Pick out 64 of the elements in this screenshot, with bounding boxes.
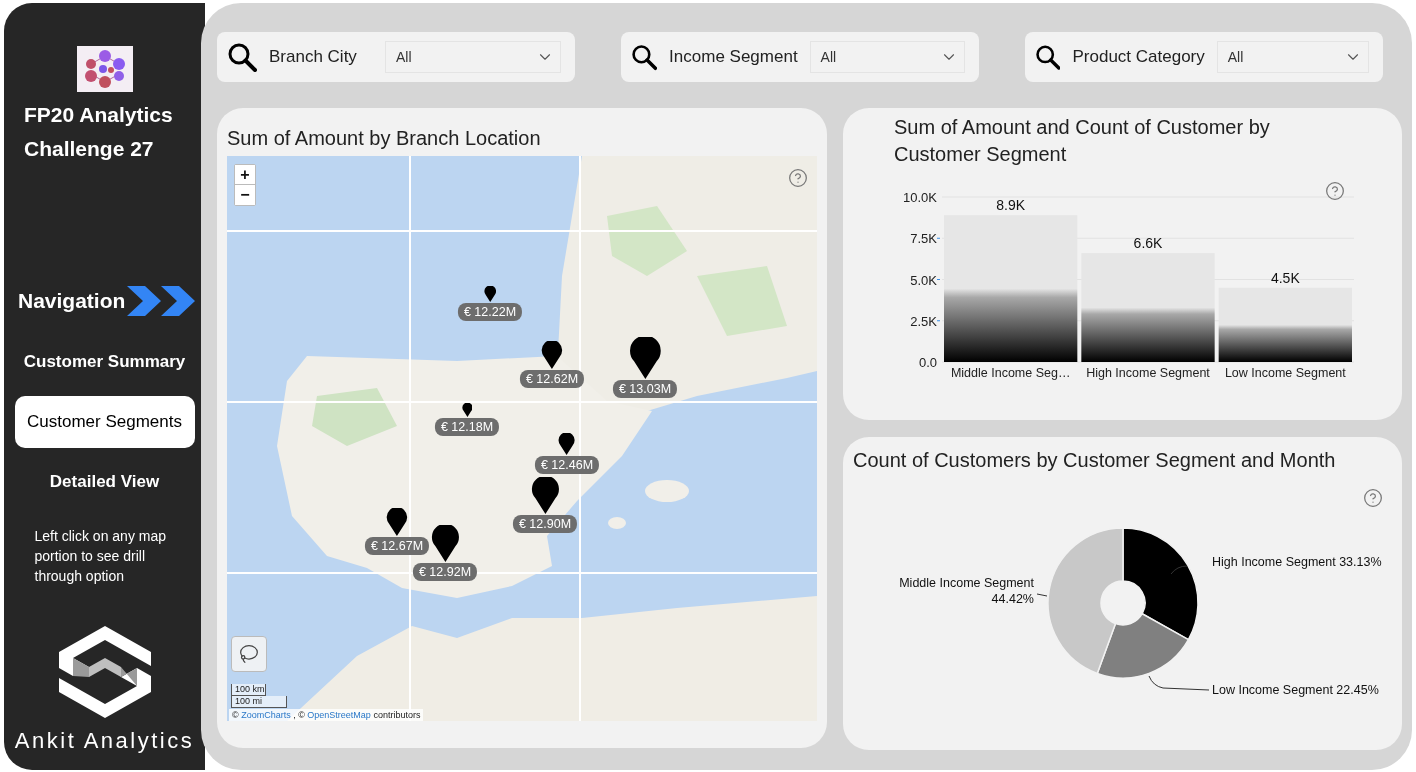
lasso-icon <box>239 644 259 664</box>
map-value-label: € 12.62M <box>519 370 585 388</box>
help-icon[interactable] <box>1325 181 1345 201</box>
search-icon <box>227 42 257 72</box>
x-axis-label: Middle Income Seg… <box>950 366 1071 380</box>
card-title: Sum of Amount by Branch Location <box>226 126 542 151</box>
card-title: Sum of Amount and Count of Customer by Customer Segment <box>893 115 1271 167</box>
bar-value-label: 6.6K <box>1133 235 1163 252</box>
map-value-label: € 12.67M <box>364 537 430 555</box>
filter-label: Product Category <box>1072 47 1205 67</box>
leader-line <box>1148 675 1210 691</box>
nav-item[interactable]: Detailed View <box>14 456 195 508</box>
map-pin-icon[interactable] <box>386 508 408 536</box>
brand-name: Ankit Analytics <box>14 728 195 754</box>
help-icon[interactable] <box>1363 488 1383 508</box>
map-pin-icon[interactable] <box>530 477 560 514</box>
map-value-label: € 12.46M <box>534 456 600 474</box>
bar-value-label: 8.9K <box>996 197 1026 214</box>
y-axis-label: 2.5K <box>910 313 937 329</box>
x-axis-label: Low Income Segment <box>1224 366 1346 380</box>
filter-dropdown[interactable]: All <box>385 41 561 73</box>
help-icon[interactable] <box>788 168 808 188</box>
lasso-button[interactable] <box>231 636 267 672</box>
x-axis-label: High Income Segment <box>1086 366 1210 380</box>
map-pin-icon[interactable] <box>430 525 460 562</box>
filter-label: Branch City <box>269 47 357 67</box>
filter-dropdown[interactable]: All <box>1216 41 1369 73</box>
scale-bar: 100 mi <box>231 696 287 708</box>
slice-value: 44.42% <box>991 592 1034 606</box>
nav-item[interactable]: Customer Summary <box>14 336 195 388</box>
card-title: Count of Customers by Customer Segment and Month <box>852 448 1337 473</box>
filter-label: Income Segment <box>669 47 798 67</box>
slice-label: Middle Income Segment <box>899 576 1034 590</box>
bar-value-label: 4.5K <box>1270 269 1300 286</box>
map-value-label: € 12.18M <box>434 418 500 436</box>
y-axis-label: 5.0K <box>910 272 937 288</box>
map-value-label: € 13.03M <box>612 380 678 398</box>
attribution-link[interactable]: OpenStreetMap <box>307 710 371 720</box>
map-value-label: € 12.22M <box>457 303 523 321</box>
nav-item[interactable]: Customer Segments <box>14 396 195 448</box>
map-pin-icon[interactable] <box>628 337 662 379</box>
map-pin-icon[interactable] <box>541 341 563 369</box>
scale-bar: 100 km <box>231 684 266 696</box>
dashboard-title: FP20 Analytics Challenge 27 <box>23 102 173 162</box>
map-pin-icon[interactable] <box>461 403 473 417</box>
leader-line <box>1036 593 1048 597</box>
y-axis-label: 10.0K <box>903 190 937 205</box>
attribution-link[interactable]: ZoomCharts <box>241 710 291 720</box>
map-value-label: € 12.92M <box>412 563 478 581</box>
slice-label: High Income Segment 33.13% <box>1212 555 1382 569</box>
map-attribution: © ZoomCharts , © OpenStreetMap contributors <box>229 709 424 721</box>
zoom-in-button[interactable]: + <box>235 165 255 185</box>
map-pin-icon[interactable] <box>558 433 576 455</box>
hint-text: Left click on any map portion to see drill through option <box>33 527 167 586</box>
map-pin-icon[interactable] <box>483 286 497 302</box>
map-value-label: € 12.90M <box>512 515 578 533</box>
slice-label: Low Income Segment 22.45% <box>1212 683 1379 697</box>
filter-dropdown[interactable]: All <box>809 41 965 73</box>
y-axis-label: 7.5K <box>910 231 937 247</box>
navigation-heading: Navigation <box>18 289 126 313</box>
leader-line <box>1170 565 1188 575</box>
network-logo-icon <box>76 46 133 92</box>
search-icon <box>631 42 658 72</box>
y-axis-label: 0.0 <box>918 355 937 370</box>
